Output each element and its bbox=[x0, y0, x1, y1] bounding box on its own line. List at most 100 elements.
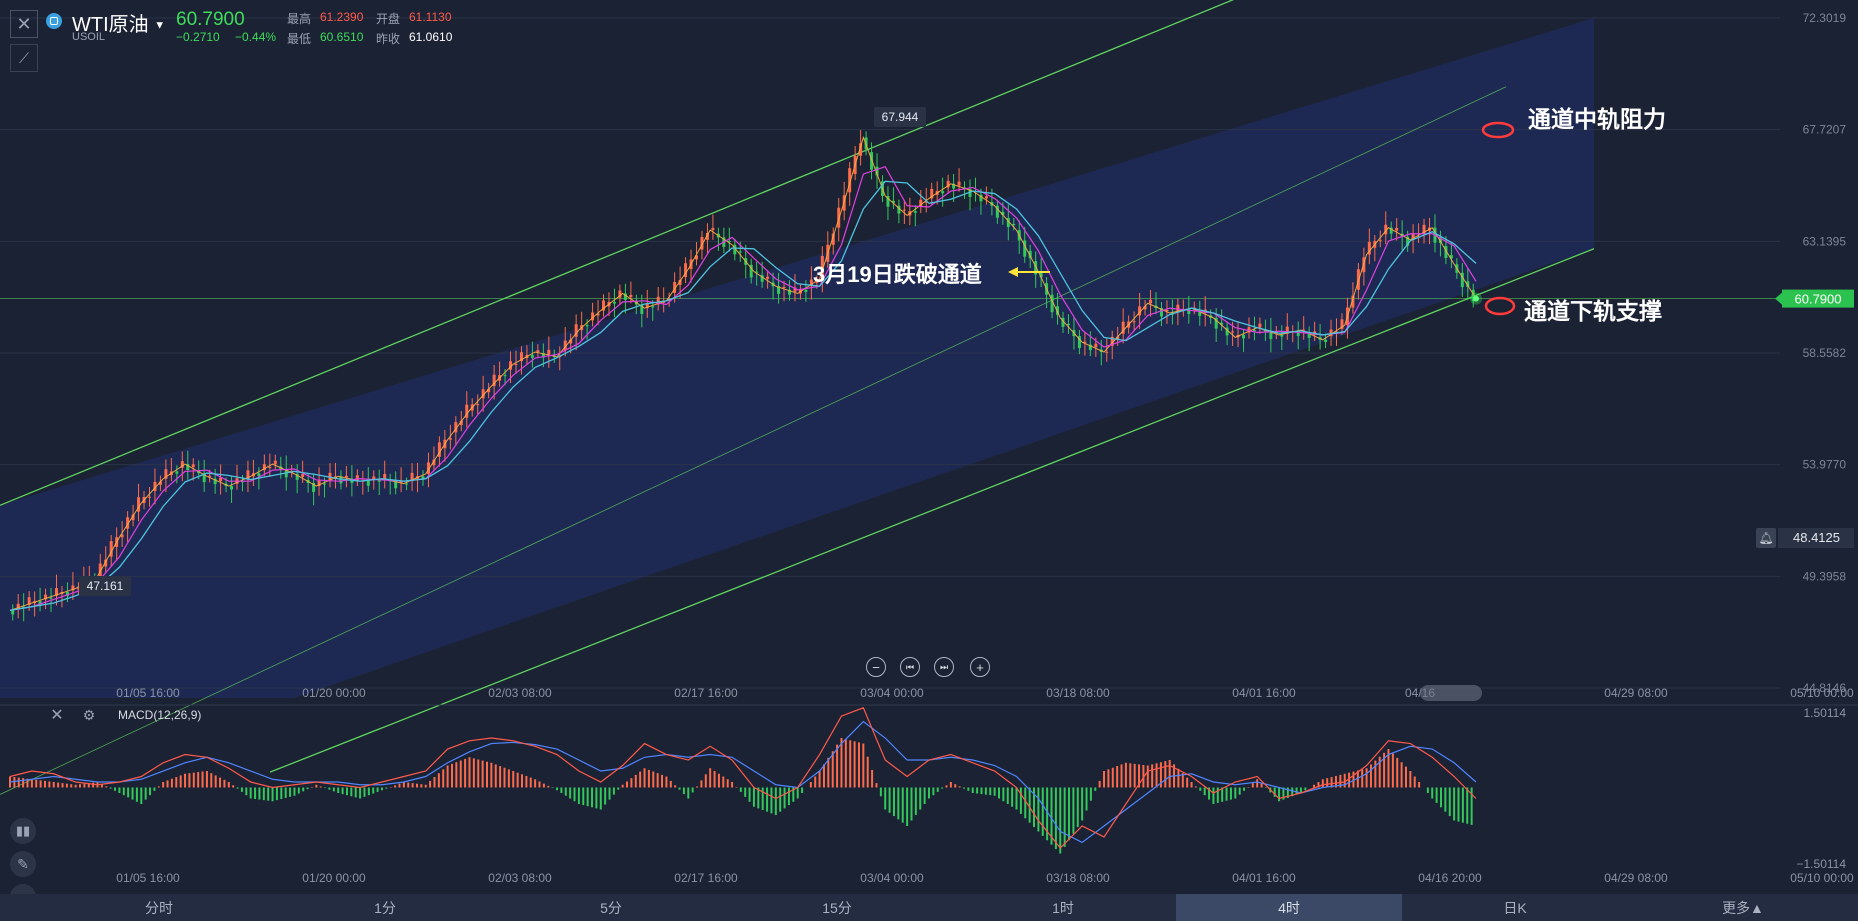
period-button[interactable]: 5分 bbox=[498, 894, 724, 921]
close-macd-icon[interactable]: ✕ bbox=[48, 706, 66, 724]
period-button[interactable]: 15分 bbox=[724, 894, 950, 921]
price-tick-label: 58.5582 bbox=[1803, 346, 1847, 360]
candle-body bbox=[11, 610, 15, 615]
current-price-tag: 60.7900 bbox=[1795, 292, 1842, 307]
macd-line bbox=[9, 707, 1477, 849]
candle-body bbox=[1231, 331, 1235, 333]
candle-body bbox=[1105, 351, 1109, 353]
jump-end-button[interactable]: ⏭ bbox=[934, 657, 954, 677]
macd-time-tick-label: 01/05 16:00 bbox=[116, 871, 180, 885]
candle-body bbox=[612, 302, 616, 304]
candle-body bbox=[301, 474, 305, 477]
time-tick-label: 01/05 16:00 bbox=[116, 686, 180, 700]
open-label: 开盘 bbox=[376, 12, 401, 26]
candle-body bbox=[1252, 330, 1256, 332]
macd-time-tick-label: 04/16 20:00 bbox=[1418, 871, 1482, 885]
trough-label-text: 47.161 bbox=[87, 579, 124, 593]
macd-signal-line bbox=[9, 720, 1477, 844]
macd-histogram bbox=[9, 738, 1473, 854]
zoom-in-button[interactable]: + bbox=[970, 657, 990, 677]
candle-body bbox=[711, 227, 715, 231]
price-change: −0.2710 bbox=[176, 30, 220, 44]
time-tick-label: 02/17 16:00 bbox=[674, 686, 738, 700]
time-tick-label: 04/01 16:00 bbox=[1232, 686, 1296, 700]
period-button[interactable]: 更多▲ bbox=[1628, 894, 1858, 921]
candle-body bbox=[547, 349, 551, 355]
macd-time-tick-label: 02/17 16:00 bbox=[674, 871, 738, 885]
channel-fill bbox=[0, 18, 1594, 698]
candle-body bbox=[585, 325, 589, 327]
jump-start-button[interactable]: ⏮ bbox=[900, 657, 920, 677]
candle-body bbox=[268, 467, 272, 469]
period-button[interactable]: 1分 bbox=[272, 894, 498, 921]
candle-body bbox=[984, 196, 988, 199]
candle-body bbox=[448, 438, 452, 440]
candle-body bbox=[230, 486, 234, 490]
open-value: 61.1130 bbox=[409, 10, 452, 24]
candle-body bbox=[1012, 224, 1016, 226]
last-price-dot bbox=[1473, 295, 1479, 302]
prev-close-label: 昨收 bbox=[376, 32, 401, 46]
indicator-icon[interactable]: ▮▮ bbox=[10, 818, 36, 844]
candle-body bbox=[49, 597, 53, 599]
candle-body bbox=[651, 306, 655, 308]
candle-body bbox=[804, 289, 808, 293]
candle-body bbox=[344, 475, 348, 478]
candle-body bbox=[1094, 343, 1098, 348]
macd-time-tick-label: 03/18 08:00 bbox=[1046, 871, 1110, 885]
period-button[interactable]: 日K bbox=[1402, 894, 1628, 921]
price-tick-label: 72.3019 bbox=[1803, 11, 1847, 25]
chevron-down-icon[interactable]: ▼ bbox=[154, 20, 165, 32]
candle-body bbox=[1280, 334, 1284, 337]
candle-body bbox=[530, 355, 534, 358]
price-chart[interactable]: 67.944 47.161 72.3019 67.7207 63.1395 58.5582… bbox=[0, 0, 1858, 921]
time-tick-blur bbox=[1420, 685, 1482, 701]
period-button[interactable]: 4时 bbox=[1176, 894, 1402, 921]
candle-body bbox=[1324, 339, 1328, 342]
price-tick-label: 63.1395 bbox=[1803, 234, 1847, 248]
candle-body bbox=[1132, 321, 1136, 323]
time-tick-label: 05/10 00:00 bbox=[1790, 686, 1854, 700]
time-tick-label: 01/20 00:00 bbox=[302, 686, 366, 700]
candle-body bbox=[147, 496, 151, 498]
resistance-annotation: 通道中轨阻力 bbox=[1528, 106, 1666, 132]
price-tick-label: 53.9770 bbox=[1803, 458, 1847, 472]
bell-icon[interactable]: 🔔︎ bbox=[1756, 528, 1776, 548]
period-button[interactable]: 分时 bbox=[46, 894, 272, 921]
alert-price-tag: 48.4125 bbox=[1793, 530, 1840, 545]
price-tick-label: 49.3958 bbox=[1803, 569, 1847, 583]
candle-body bbox=[1258, 323, 1262, 328]
settings-icon[interactable]: ⚙ bbox=[80, 706, 98, 724]
support-marker bbox=[1484, 296, 1516, 316]
candle-body bbox=[219, 477, 223, 482]
candle-body bbox=[738, 251, 742, 253]
candle-body bbox=[766, 276, 770, 279]
symbol-icon bbox=[46, 13, 62, 29]
candle-body bbox=[902, 209, 906, 211]
pencil-icon[interactable]: ✎ bbox=[10, 851, 36, 877]
peak-label: 67.944 bbox=[874, 107, 926, 127]
period-button[interactable]: 1时 bbox=[950, 894, 1176, 921]
candle-body bbox=[1395, 227, 1399, 231]
candle-body bbox=[957, 181, 961, 186]
low-value: 60.6510 bbox=[320, 30, 364, 44]
candle-body bbox=[273, 460, 277, 465]
support-annotation: 通道下轨支撑 bbox=[1524, 298, 1662, 324]
symbol-code: USOIL bbox=[72, 31, 106, 43]
price-change-pct: −0.44% bbox=[235, 30, 277, 44]
price-axis-bg bbox=[1780, 0, 1858, 688]
candle-body bbox=[913, 211, 917, 213]
candle-body bbox=[476, 404, 480, 406]
candle-body bbox=[323, 483, 327, 485]
candle-body bbox=[191, 464, 195, 468]
zoom-out-button[interactable]: − bbox=[866, 657, 886, 677]
candle-body bbox=[175, 471, 179, 474]
draw-line-icon[interactable]: ⟋ bbox=[10, 44, 38, 72]
peak-label-text: 67.944 bbox=[882, 110, 919, 124]
close-icon[interactable]: ✕ bbox=[10, 10, 38, 38]
time-tick-label: 03/18 08:00 bbox=[1046, 686, 1110, 700]
macd-tick-bottom: −1.50114 bbox=[1797, 857, 1847, 871]
candle-body bbox=[1149, 299, 1153, 304]
last-price: 60.7900 bbox=[176, 9, 245, 30]
candle-body bbox=[503, 375, 507, 377]
